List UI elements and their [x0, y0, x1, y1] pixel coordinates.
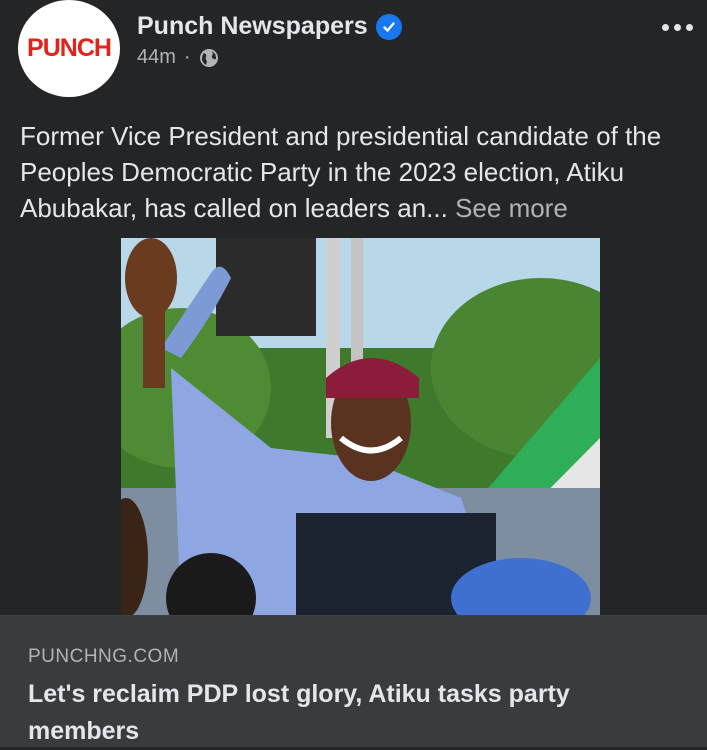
dot [686, 24, 693, 31]
facebook-post: PUNCH Punch Newspapers 44m · Former Vice… [0, 0, 707, 747]
post-meta: 44m · [137, 46, 219, 69]
dot [674, 24, 681, 31]
more-options-icon[interactable] [662, 24, 693, 31]
link-domain: PUNCHNG.COM [28, 646, 180, 667]
page-name[interactable]: Punch Newspapers [137, 12, 368, 41]
see-more-link[interactable]: See more [448, 193, 568, 223]
meta-separator: · [183, 46, 191, 68]
globe-icon [199, 48, 219, 68]
punch-logo: PUNCH [27, 34, 112, 62]
post-photo[interactable] [121, 238, 600, 615]
page-name-row: Punch Newspapers [137, 12, 402, 41]
link-preview[interactable]: PUNCHNG.COM Let's reclaim PDP lost glory… [0, 615, 707, 747]
verified-badge-icon [375, 13, 402, 40]
page-avatar[interactable]: PUNCH [18, 0, 120, 97]
post-text: Former Vice President and presidential c… [20, 118, 700, 226]
link-headline[interactable]: Let's reclaim PDP lost glory, Atiku task… [28, 676, 678, 750]
dot [662, 24, 669, 31]
photo-illustration [121, 238, 600, 615]
post-time[interactable]: 44m [137, 46, 176, 69]
